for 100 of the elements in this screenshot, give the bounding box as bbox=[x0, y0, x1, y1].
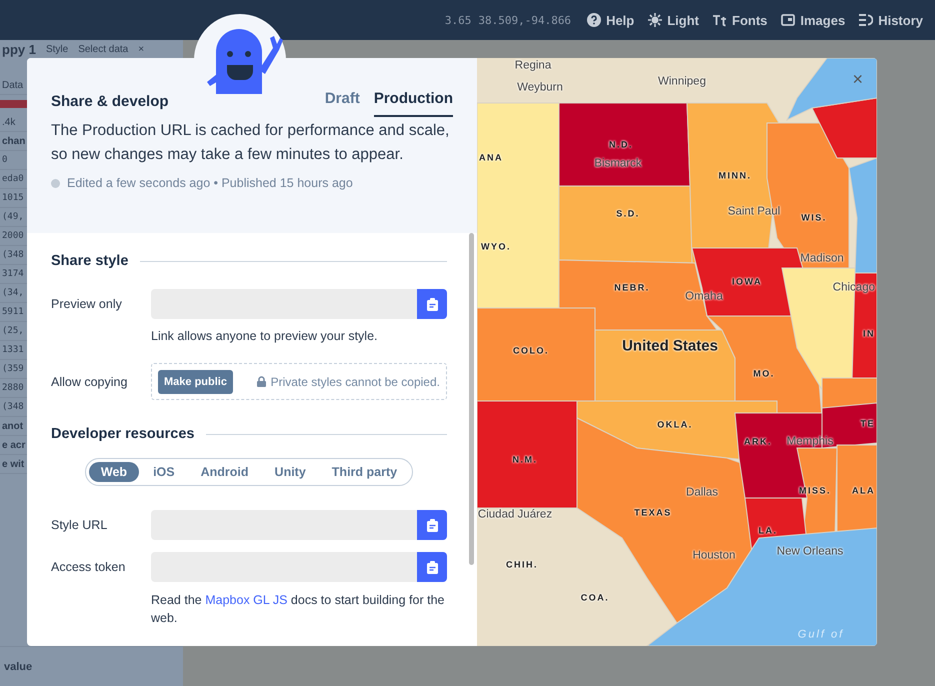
lock-icon bbox=[256, 376, 266, 387]
map-label: CHIH. bbox=[506, 560, 538, 570]
sidebar-text: (49, bbox=[2, 212, 24, 222]
chart-bar bbox=[0, 100, 27, 108]
sidebar-text: value bbox=[4, 660, 32, 672]
platform-tab[interactable]: Third party bbox=[320, 462, 410, 482]
map-label: COA. bbox=[580, 594, 610, 602]
url-field[interactable] bbox=[151, 289, 417, 319]
zoom-level: 3.65 bbox=[444, 14, 472, 26]
map-label: N.M. bbox=[512, 456, 538, 464]
map-label: WYO. bbox=[481, 242, 511, 252]
sidebar-tab[interactable]: Select data bbox=[78, 44, 128, 54]
sidebar-text: eda0 bbox=[2, 174, 24, 184]
sidebar-text: (348 bbox=[2, 402, 24, 412]
url-field[interactable] bbox=[151, 510, 417, 540]
field-label: Preview only bbox=[51, 297, 123, 311]
map-label: New Orleans bbox=[776, 546, 844, 558]
map-label: Gulf of bbox=[798, 630, 844, 640]
section-heading: Share style bbox=[51, 253, 128, 269]
dialog-title: Share & develop bbox=[51, 93, 169, 110]
toolbar-button[interactable]: History bbox=[859, 12, 923, 28]
map-label: Weyburn bbox=[517, 82, 563, 94]
version-tab[interactable]: Draft bbox=[324, 86, 360, 117]
sidebar-text: Data bbox=[2, 80, 24, 90]
sidebar-text: 0 bbox=[2, 155, 8, 165]
sidebar-tab[interactable]: Style bbox=[46, 44, 68, 54]
map-label: LA. bbox=[758, 526, 778, 536]
sidebar-text: 3174 bbox=[2, 269, 24, 279]
docs-note: Read the Mapbox GL JS docs to start building for the web. bbox=[151, 592, 446, 627]
map-label: ALA bbox=[852, 486, 875, 496]
map-coordinates: 38.509,-94.866 bbox=[478, 14, 572, 26]
description-text: The Production URL is cached for performance and scale, so new changes may take a few minutes to appear. bbox=[51, 121, 450, 165]
sidebar-text: 1331 bbox=[2, 345, 24, 355]
style-title: ppy 1 bbox=[2, 42, 36, 56]
sidebar-text: 2880 bbox=[2, 383, 24, 393]
map-label: ANA bbox=[479, 154, 503, 162]
map-label: Winnipeg bbox=[658, 76, 706, 88]
sun-icon bbox=[648, 13, 662, 27]
map-label: Houston bbox=[692, 550, 736, 562]
sidebar-text: 2000 bbox=[2, 231, 24, 241]
toolbar-button[interactable]: Images bbox=[781, 12, 846, 28]
sidebar-text: e wit bbox=[2, 458, 24, 470]
sidebar-text: (25, bbox=[2, 326, 24, 336]
map-label: ARK. bbox=[744, 438, 772, 446]
help-icon bbox=[587, 13, 602, 27]
map-label: OKLA. bbox=[657, 420, 693, 430]
close-button[interactable]: × bbox=[852, 70, 863, 88]
close-icon[interactable]: × bbox=[138, 44, 144, 54]
clipboard-icon bbox=[426, 560, 438, 574]
map-label: TE bbox=[860, 420, 875, 428]
map-label: MO. bbox=[753, 370, 775, 378]
text-icon bbox=[713, 13, 727, 27]
copy-button[interactable] bbox=[417, 289, 447, 319]
toolbar-button[interactable]: Light bbox=[648, 12, 699, 28]
status-text: Edited a few seconds ago • Published 15 hours ago bbox=[67, 176, 353, 190]
sidebar-text: (359 bbox=[2, 364, 24, 374]
platform-tab[interactable]: Unity bbox=[262, 462, 318, 482]
map-label: Madison bbox=[800, 253, 844, 265]
make-public-button[interactable]: Make public bbox=[158, 370, 233, 394]
version-tab[interactable]: Production bbox=[374, 86, 453, 117]
map-label: Regina bbox=[514, 60, 552, 72]
map-label: United States bbox=[622, 338, 718, 354]
sidebar-text: anot bbox=[2, 420, 24, 432]
status-dot bbox=[51, 178, 60, 188]
clipboard-icon bbox=[426, 518, 438, 532]
map-label: WIS. bbox=[801, 214, 827, 222]
map-label: TEXAS bbox=[634, 508, 672, 518]
map-label: IOWA bbox=[732, 278, 762, 286]
field-label: Style URL bbox=[51, 518, 108, 532]
sidebar-text: 5911 bbox=[2, 307, 24, 317]
image-icon bbox=[781, 13, 796, 27]
map-label: COLO. bbox=[513, 346, 549, 356]
url-field[interactable] bbox=[151, 552, 417, 582]
copy-button[interactable] bbox=[417, 510, 447, 540]
hint-text: Link allows anyone to preview your style. bbox=[151, 329, 379, 343]
clipboard-icon bbox=[426, 298, 438, 310]
toolbar-button[interactable]: Fonts bbox=[713, 12, 768, 28]
platform-tab[interactable]: Android bbox=[188, 462, 261, 482]
map-label: MINN. bbox=[718, 172, 752, 180]
history-icon bbox=[859, 13, 874, 27]
map-label: NEBR. bbox=[614, 284, 650, 292]
sidebar-text: 1015 bbox=[2, 193, 24, 203]
field-label: Access token bbox=[51, 560, 126, 574]
copy-button[interactable] bbox=[417, 552, 447, 582]
platform-tab[interactable]: iOS bbox=[141, 462, 187, 482]
sidebar-text: chan bbox=[2, 136, 26, 146]
map-label: IN bbox=[863, 330, 875, 338]
private-note: Private styles cannot be copied. bbox=[270, 374, 440, 388]
map-label: Ciudad Juárez bbox=[478, 509, 552, 521]
map-label: S.D. bbox=[616, 210, 640, 218]
docs-link[interactable]: Mapbox GL JS bbox=[205, 593, 288, 607]
section-heading: Developer resources bbox=[51, 426, 194, 442]
field-label: Allow copying bbox=[51, 374, 128, 388]
toolbar-button[interactable]: Help bbox=[587, 12, 634, 28]
sidebar-text: (34, bbox=[2, 288, 24, 298]
sidebar-text: (348 bbox=[2, 250, 24, 260]
platform-tab[interactable]: Web bbox=[88, 462, 140, 482]
map-label: Dallas bbox=[686, 487, 718, 499]
map-label: N.D. bbox=[609, 140, 633, 150]
scrollbar[interactable] bbox=[469, 233, 474, 565]
